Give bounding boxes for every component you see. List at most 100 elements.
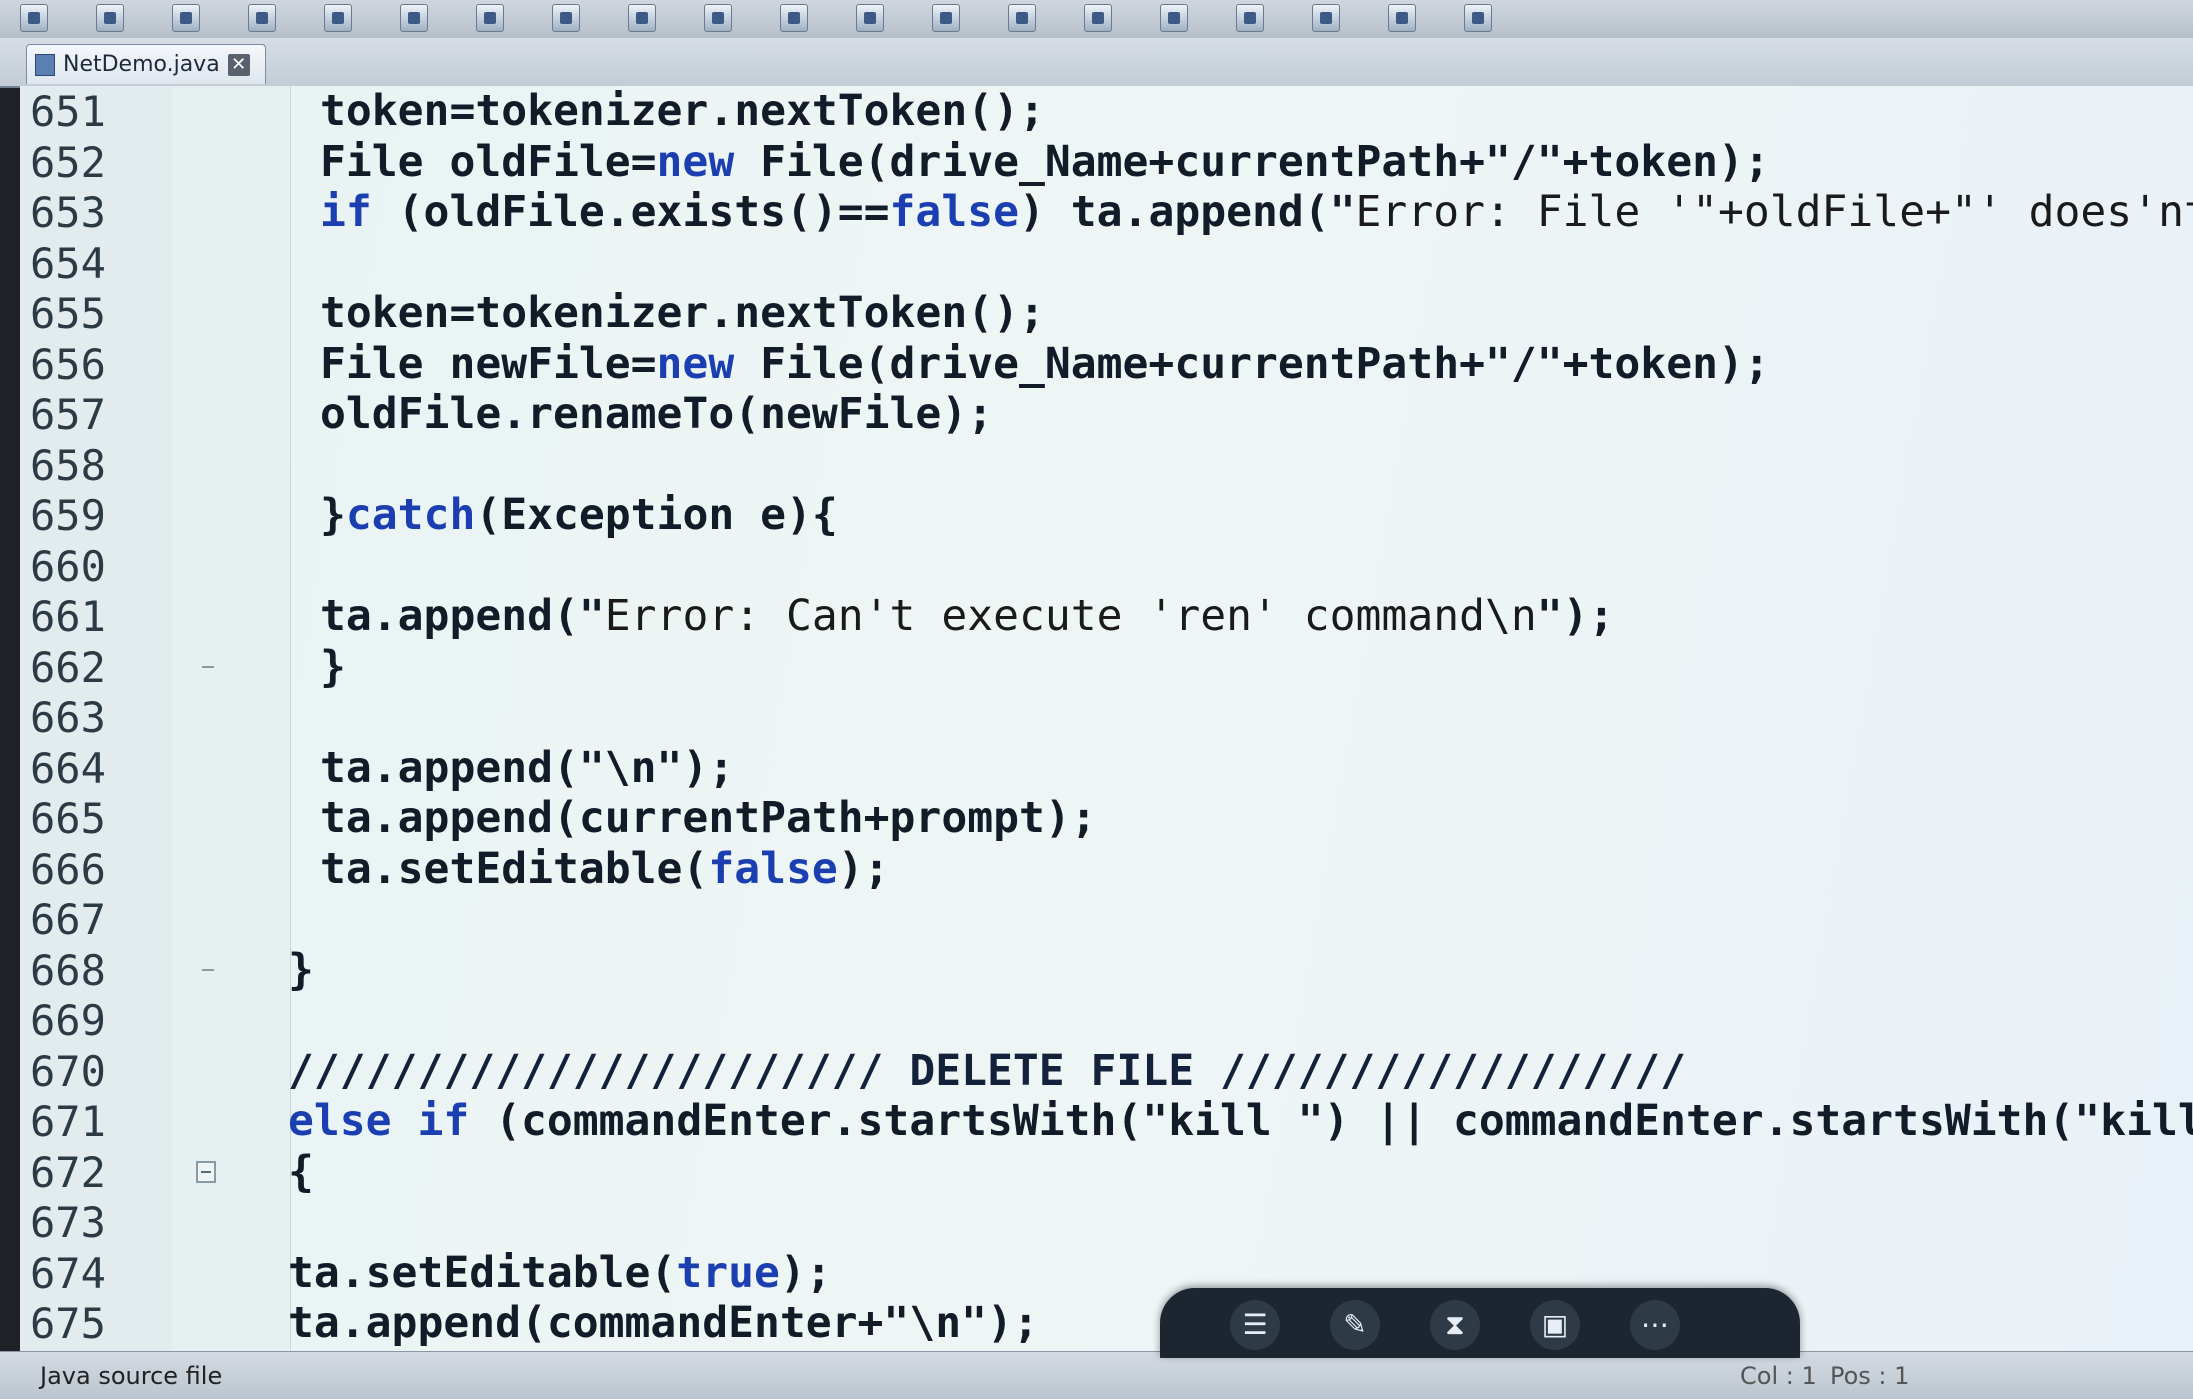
line-number: 656: [30, 339, 106, 389]
code-line[interactable]: 662}: [20, 642, 2193, 693]
cut-icon[interactable]: [476, 4, 504, 32]
line-number: 657: [30, 390, 106, 439]
code-line[interactable]: 669: [20, 995, 2193, 1046]
pen-icon[interactable]: ✎: [1330, 1300, 1380, 1350]
window-icon[interactable]: [1464, 4, 1492, 32]
find-icon[interactable]: [704, 4, 732, 32]
run-icon[interactable]: [1084, 4, 1112, 32]
code-line[interactable]: 670 /////////////////////// DELETE FILE /…: [20, 1046, 2193, 1097]
code-editor[interactable]: 651 token=tokenizer.nextToken(); 652 File o…: [20, 86, 2193, 1351]
code-text: File oldFile=new File(drive_Name+current…: [320, 137, 1770, 188]
line-number: 655: [30, 289, 106, 338]
redo-icon[interactable]: [400, 4, 428, 32]
keyword-token: else if: [288, 1096, 470, 1146]
code-line[interactable]: 668}: [20, 945, 2193, 996]
menu-icon[interactable]: ☰: [1230, 1300, 1280, 1350]
code-text: File newFile=new File(drive_Name+current…: [320, 339, 1770, 390]
outdent-icon[interactable]: [932, 4, 960, 32]
replace-icon[interactable]: [780, 4, 808, 32]
line-number: 658: [30, 440, 106, 490]
keyword-token: new: [656, 338, 735, 389]
code-line[interactable]: 671 else if (commandEnter.startsWith("kil…: [20, 1096, 2193, 1147]
code-line[interactable]: 660: [20, 541, 2193, 592]
code-line[interactable]: 674 ta.setEditable(true);: [20, 1248, 2193, 1299]
more-icon[interactable]: ⋯: [1630, 1300, 1680, 1350]
line-number: 661: [30, 592, 106, 641]
string-token: Error: File '"+oldFile+"' does'nt exist\…: [1355, 187, 2193, 237]
code-line[interactable]: 657 oldFile.renameTo(newFile);: [20, 389, 2193, 440]
build-icon[interactable]: [1388, 4, 1416, 32]
save-all-icon[interactable]: [248, 4, 276, 32]
code-token: ");: [1536, 591, 1615, 641]
tab-netdemo-java[interactable]: NetDemo.java ✕: [26, 44, 266, 84]
fold-end-marker: [202, 665, 214, 668]
cursor-position: Pos : 1: [1830, 1362, 1910, 1390]
code-line[interactable]: 651 token=tokenizer.nextToken();: [20, 86, 2193, 137]
code-token: }: [320, 490, 346, 540]
save-icon[interactable]: [172, 4, 200, 32]
floating-toolbar: ☰ ✎ ⧗ ▣ ⋯: [1160, 1288, 1800, 1358]
code-line[interactable]: 666 ta.setEditable(false);: [20, 844, 2193, 895]
debug-icon[interactable]: [1160, 4, 1188, 32]
code-line[interactable]: 665 ta.append(currentPath+prompt);: [20, 793, 2193, 844]
code-token: }: [320, 641, 346, 692]
code-token: }: [288, 944, 314, 995]
line-number: 670: [30, 1046, 106, 1096]
code-line[interactable]: 653 if (oldFile.exists()==false) ta.appen…: [20, 187, 2193, 238]
line-number: 662: [30, 642, 106, 692]
code-text: token=tokenizer.nextToken();: [320, 288, 1045, 339]
code-line[interactable]: 663: [20, 692, 2193, 743]
line-number: 664: [30, 743, 106, 793]
code-line[interactable]: 655 token=tokenizer.nextToken();: [20, 288, 2193, 339]
code-text: ta.setEditable(false);: [320, 844, 890, 895]
code-line[interactable]: 658: [20, 440, 2193, 491]
code-line[interactable]: 673: [20, 1197, 2193, 1248]
line-number: 668: [30, 945, 106, 995]
image-icon[interactable]: ▣: [1530, 1300, 1580, 1350]
code-token: ta.append(currentPath+prompt);: [320, 793, 1097, 843]
line-number: 659: [30, 491, 106, 540]
fold-collapse-icon[interactable]: [196, 1160, 216, 1183]
undo-icon[interactable]: [324, 4, 352, 32]
line-number: 667: [30, 895, 106, 944]
keyword-token: false: [889, 187, 1019, 237]
line-number: 651: [30, 87, 106, 136]
code-line[interactable]: 654: [20, 238, 2193, 289]
code-text: if (oldFile.exists()==false) ta.append("…: [320, 187, 2193, 238]
code-text: ta.append(commandEnter+"\n");: [288, 1298, 1039, 1349]
code-line[interactable]: 652 File oldFile=new File(drive_Name+curr…: [20, 137, 2193, 188]
code-line[interactable]: 672 {: [20, 1147, 2193, 1198]
code-token: {: [288, 1146, 314, 1197]
code-line[interactable]: 675 ta.append(commandEnter+"\n");: [20, 1298, 2193, 1349]
status-bar: Java source file Col : 1 Pos : 1: [0, 1351, 2193, 1399]
line-number: 674: [30, 1248, 106, 1298]
code-line[interactable]: 656 File newFile=new File(drive_Name+curr…: [20, 339, 2193, 390]
code-line[interactable]: 659}catch(Exception e){: [20, 490, 2193, 541]
code-text: ta.setEditable(true);: [288, 1248, 832, 1299]
code-line[interactable]: 661 ta.append("Error: Can't execute 'ren'…: [20, 591, 2193, 642]
step-icon[interactable]: [1312, 4, 1340, 32]
code-text: }: [288, 945, 314, 996]
compile-icon[interactable]: [1008, 4, 1036, 32]
code-text: ta.append("Error: Can't execute 'ren' co…: [320, 591, 1614, 642]
line-number: 672: [30, 1147, 106, 1197]
line-number: 665: [30, 794, 106, 843]
file-type-label: Java source file: [40, 1362, 223, 1390]
close-icon[interactable]: ✕: [227, 53, 250, 76]
indent-icon[interactable]: [856, 4, 884, 32]
line-number: 675: [30, 1299, 106, 1348]
code-token: token=tokenizer.nextToken();: [320, 86, 1045, 136]
tab-bar: NetDemo.java ✕: [0, 38, 2193, 88]
keyword-token: false: [708, 843, 838, 894]
new-file-icon[interactable]: [20, 4, 48, 32]
code-line[interactable]: 664 ta.append("\n");: [20, 743, 2193, 794]
copy-icon[interactable]: [552, 4, 580, 32]
hourglass-icon[interactable]: ⧗: [1430, 1300, 1480, 1350]
paste-icon[interactable]: [628, 4, 656, 32]
code-token: File oldFile=: [320, 136, 657, 187]
code-line[interactable]: 667: [20, 894, 2193, 945]
java-file-icon: [35, 53, 55, 76]
stop-icon[interactable]: [1236, 4, 1264, 32]
line-number: 654: [30, 238, 106, 288]
open-icon[interactable]: [96, 4, 124, 32]
